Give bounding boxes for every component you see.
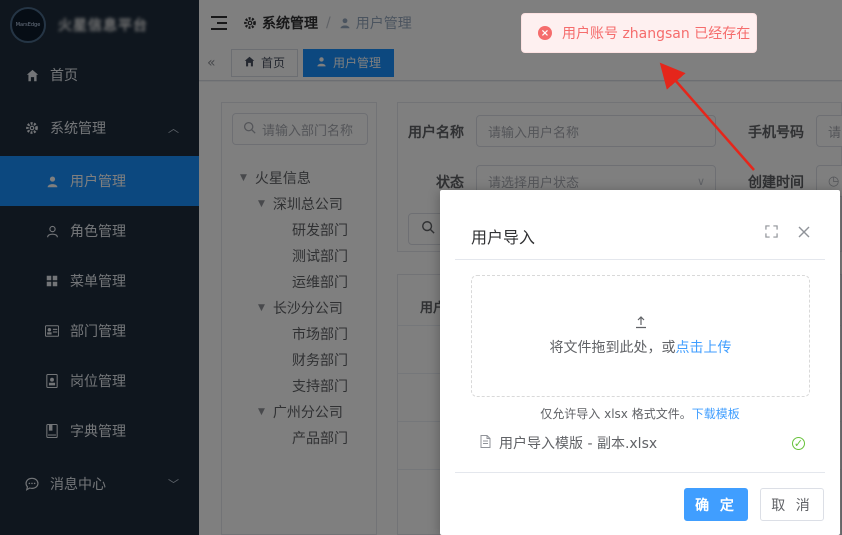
confirm-button[interactable]: 确 定 bbox=[684, 488, 748, 521]
divider bbox=[455, 259, 825, 260]
error-toast: × 用户账号 zhangsan 已经存在 bbox=[521, 13, 757, 53]
error-icon: × bbox=[538, 26, 552, 40]
file-name: 用户导入模版 - 副本.xlsx bbox=[499, 436, 658, 452]
dialog-header: 用户导入 bbox=[440, 190, 840, 259]
fullscreen-icon[interactable] bbox=[765, 224, 778, 242]
upload-hint-text: 将文件拖到此处，或 bbox=[549, 340, 676, 356]
upload-hint: 将文件拖到此处，或点击上传 bbox=[550, 337, 732, 357]
divider bbox=[455, 472, 825, 473]
upload-tip: 仅允许导入 xlsx 格式文件。下载模板 bbox=[440, 405, 840, 422]
cancel-button[interactable]: 取 消 bbox=[760, 488, 824, 521]
toast-message: 用户账号 zhangsan 已经存在 bbox=[562, 26, 751, 42]
click-upload-link[interactable]: 点击上传 bbox=[676, 340, 732, 356]
uploaded-file-item[interactable]: 用户导入模版 - 副本.xlsx ✓ bbox=[480, 432, 805, 454]
upload-tip-text: 仅允许导入 xlsx 格式文件。 bbox=[540, 407, 692, 421]
download-template-link[interactable]: 下载模板 bbox=[692, 407, 740, 421]
dialog-title: 用户导入 bbox=[471, 228, 536, 247]
upload-icon bbox=[634, 315, 648, 333]
upload-dropzone[interactable]: 将文件拖到此处，或点击上传 bbox=[471, 275, 810, 397]
document-icon bbox=[480, 435, 491, 451]
close-icon[interactable] bbox=[798, 224, 810, 242]
import-dialog: 用户导入 将文件拖到此处，或点击上传 仅允许导入 xlsx 格式文件。下载模板 … bbox=[440, 190, 840, 535]
check-circle-icon: ✓ bbox=[792, 436, 805, 450]
